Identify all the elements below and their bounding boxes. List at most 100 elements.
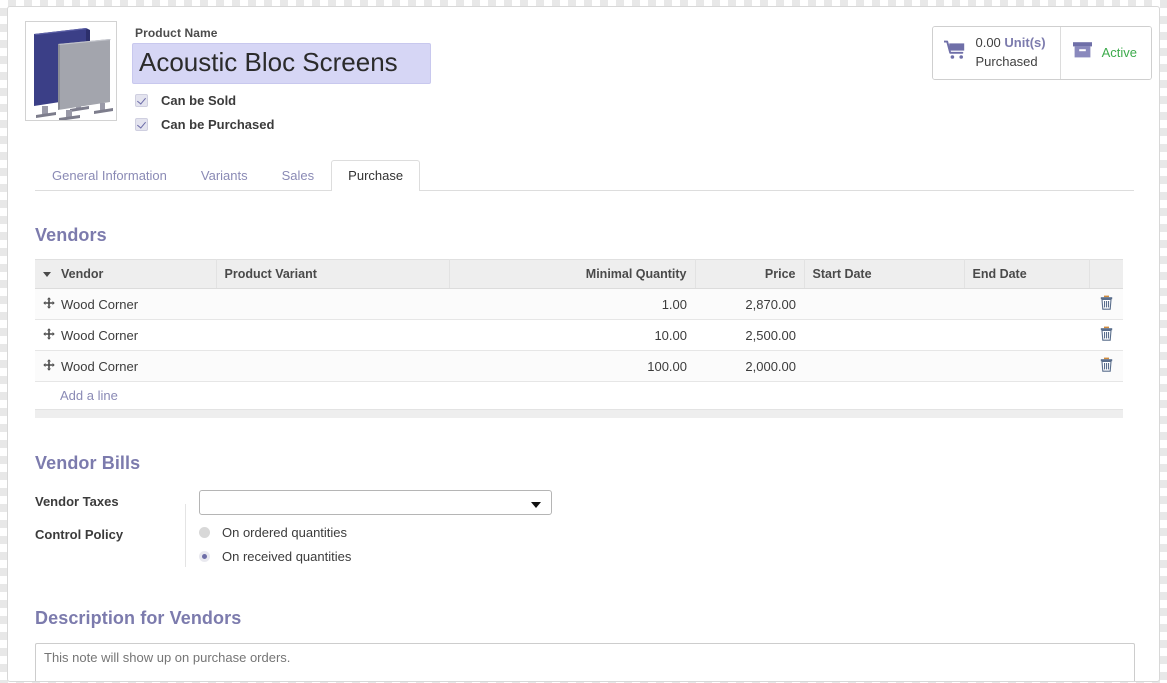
cell-minimal-quantity[interactable]: 100.00	[449, 350, 695, 382]
row-drag-handle[interactable]	[35, 288, 61, 320]
row-delete-button[interactable]	[1089, 288, 1123, 320]
product-name-input[interactable]	[132, 43, 431, 84]
archive-stat-button[interactable]: Active	[1059, 27, 1151, 79]
cell-end-date[interactable]	[964, 350, 1089, 382]
tab-general-information[interactable]: General Information	[35, 160, 184, 191]
trash-icon	[1100, 326, 1112, 341]
stat-button-group: 0.00 Unit(s) Purchased Active	[932, 26, 1152, 80]
chevron-down-icon	[43, 272, 51, 278]
vendors-section: Vendors Vendor Product Variant Minimal Q…	[35, 225, 1123, 418]
cell-price[interactable]: 2,870.00	[695, 288, 804, 320]
product-name-label: Product Name	[135, 26, 218, 40]
vendor-bills-section: Vendor Bills Vendor Taxes Control Policy…	[35, 453, 1123, 581]
control-policy-label: Control Policy	[35, 527, 124, 542]
control-policy-radio-group: On ordered quantities On received quanti…	[199, 523, 1123, 564]
acoustic-screens-illustration	[26, 22, 116, 120]
purchased-stat-button[interactable]: 0.00 Unit(s) Purchased	[933, 27, 1060, 79]
can-be-purchased-row[interactable]: Can be Purchased	[135, 117, 431, 132]
vendor-taxes-row: Vendor Taxes	[35, 490, 1123, 515]
column-actions	[1089, 259, 1123, 289]
table-row[interactable]: Wood Corner 10.00 2,500.00	[35, 319, 1123, 351]
can-be-purchased-label: Can be Purchased	[161, 117, 275, 132]
column-product-variant[interactable]: Product Variant	[216, 259, 450, 289]
description-section: Description for Vendors	[35, 608, 1135, 681]
active-status-label: Active	[1101, 45, 1137, 61]
trash-icon	[1100, 295, 1112, 310]
add-a-line-link[interactable]: Add a line	[43, 388, 118, 403]
vendors-section-title: Vendors	[35, 225, 107, 245]
vendor-bills-section-title: Vendor Bills	[35, 453, 141, 473]
form-header: Product Name Can be Sold Can be Purchase…	[8, 7, 1159, 132]
purchased-value-line: 0.00 Unit(s)	[975, 35, 1045, 50]
control-policy-row: Control Policy On ordered quantities On …	[35, 523, 1123, 573]
cell-product-variant[interactable]	[216, 350, 449, 382]
can-be-sold-checkbox[interactable]	[135, 94, 148, 107]
list-footer-bar	[35, 409, 1123, 418]
shopping-cart-icon	[943, 40, 966, 65]
product-form-sheet: Product Name Can be Sold Can be Purchase…	[7, 6, 1160, 682]
tab-sales[interactable]: Sales	[265, 160, 332, 191]
radio-button-selected[interactable]	[199, 551, 210, 562]
can-be-purchased-checkbox[interactable]	[135, 118, 148, 131]
column-price[interactable]: Price	[695, 259, 805, 289]
radio-on-received-label: On received quantities	[222, 549, 352, 564]
title-block: Product Name Can be Sold Can be Purchase…	[132, 26, 431, 132]
control-policy-divider	[185, 504, 186, 567]
can-be-sold-row[interactable]: Can be Sold	[135, 93, 431, 108]
cell-end-date[interactable]	[964, 288, 1089, 320]
table-body: Wood Corner 1.00 2,870.00 Wood Corner 10…	[35, 288, 1123, 409]
cell-minimal-quantity[interactable]: 1.00	[449, 288, 695, 320]
purchased-stat-text: 0.00 Unit(s) Purchased	[975, 34, 1045, 72]
cell-vendor[interactable]: Wood Corner	[61, 288, 216, 320]
can-be-sold-label: Can be Sold	[161, 93, 237, 108]
purchased-amount: 0.00	[975, 35, 1001, 50]
row-drag-handle[interactable]	[35, 350, 61, 382]
chevron-down-icon	[531, 502, 541, 508]
move-arrows-icon	[43, 296, 55, 309]
cell-product-variant[interactable]	[216, 319, 449, 351]
cell-start-date[interactable]	[804, 350, 964, 382]
archive-box-icon	[1072, 40, 1093, 65]
table-header: Vendor Product Variant Minimal Quantity …	[35, 259, 1123, 289]
cell-product-variant[interactable]	[216, 288, 449, 320]
cell-end-date[interactable]	[964, 319, 1089, 351]
row-delete-button[interactable]	[1089, 350, 1123, 382]
tab-purchase[interactable]: Purchase	[331, 160, 421, 191]
cell-minimal-quantity[interactable]: 10.00	[449, 319, 695, 351]
column-vendor[interactable]: Vendor	[61, 259, 217, 289]
cell-price[interactable]: 2,000.00	[695, 350, 804, 382]
cell-vendor[interactable]: Wood Corner	[61, 319, 216, 351]
notebook-tabs: General Information Variants Sales Purch…	[35, 160, 1134, 191]
sort-toggle-cell[interactable]	[35, 259, 61, 289]
move-arrows-icon	[43, 327, 55, 340]
purchased-unit: Unit(s)	[1004, 35, 1046, 50]
add-line-cell[interactable]: Add a line	[35, 381, 1123, 409]
table-header-row: Vendor Product Variant Minimal Quantity …	[35, 259, 1123, 289]
cell-price[interactable]: 2,500.00	[695, 319, 804, 351]
trash-icon	[1100, 357, 1112, 372]
tab-variants[interactable]: Variants	[184, 160, 265, 191]
radio-on-ordered-label: On ordered quantities	[222, 525, 348, 540]
cell-start-date[interactable]	[804, 288, 964, 320]
cell-start-date[interactable]	[804, 319, 964, 351]
row-delete-button[interactable]	[1089, 319, 1123, 351]
column-start-date[interactable]: Start Date	[804, 259, 965, 289]
vendor-taxes-control	[198, 490, 1123, 515]
add-line-row[interactable]: Add a line	[35, 381, 1123, 409]
move-arrows-icon	[43, 358, 55, 371]
product-image[interactable]	[25, 21, 117, 121]
radio-button-unselected[interactable]	[199, 527, 210, 538]
cell-vendor[interactable]: Wood Corner	[61, 350, 216, 382]
radio-on-ordered-quantities[interactable]: On ordered quantities	[199, 525, 1123, 540]
table-row[interactable]: Wood Corner 100.00 2,000.00	[35, 350, 1123, 382]
column-end-date[interactable]: End Date	[964, 259, 1090, 289]
vendor-taxes-select[interactable]	[199, 490, 552, 515]
row-drag-handle[interactable]	[35, 319, 61, 351]
description-section-title: Description for Vendors	[35, 608, 242, 628]
table-row[interactable]: Wood Corner 1.00 2,870.00	[35, 288, 1123, 320]
description-for-vendors-textarea[interactable]	[35, 643, 1135, 681]
vendor-pricelist-table: Vendor Product Variant Minimal Quantity …	[35, 259, 1123, 409]
radio-on-received-quantities[interactable]: On received quantities	[199, 549, 1123, 564]
column-minimal-quantity[interactable]: Minimal Quantity	[449, 259, 696, 289]
purchased-sublabel: Purchased	[975, 53, 1038, 69]
